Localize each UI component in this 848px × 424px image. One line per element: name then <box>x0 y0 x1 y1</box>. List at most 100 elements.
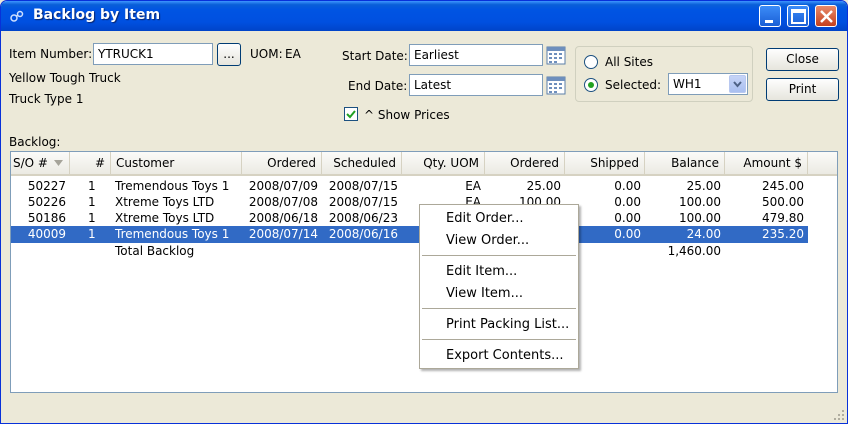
cell-so: 40009 <box>27 227 66 241</box>
column-header-balance[interactable]: Balance <box>645 152 725 174</box>
cell-ordered-date: 2008/07/09 <box>248 179 318 193</box>
cell-scheduled: 2008/06/23 <box>328 211 398 225</box>
cell-shipped: 0.00 <box>614 179 641 193</box>
print-button[interactable]: Print <box>766 78 839 101</box>
item-number-input[interactable]: YTRUCK1 <box>93 43 213 65</box>
total-row: Total Backlog 1,460.00 <box>11 243 808 260</box>
cell-line: 1 <box>88 195 96 209</box>
column-header-amount[interactable]: Amount $ <box>725 152 808 174</box>
cell-amount: 245.00 <box>762 179 804 193</box>
app-icon <box>10 10 24 22</box>
maximize-button[interactable] <box>787 5 809 27</box>
menu-item-export-contents[interactable]: Export Contents... <box>446 348 564 363</box>
menu-separator <box>422 339 576 340</box>
uom-value: EA <box>285 47 301 61</box>
end-date-label: End Date: <box>348 79 408 93</box>
cell-customer: Tremendous Toys 1 <box>115 227 230 241</box>
maximize-icon <box>791 9 806 24</box>
item-description-2: Truck Type 1 <box>9 92 84 106</box>
site-select-value: WH1 <box>673 77 702 91</box>
cell-amount: 479.80 <box>762 211 804 225</box>
column-header-scheduled[interactable]: Scheduled <box>322 152 402 174</box>
backlog-window: Backlog by Item Item Number: YTRUCK1 ...… <box>0 0 848 424</box>
cell-line: 1 <box>88 227 96 241</box>
cell-customer: Xtreme Toys LTD <box>115 211 215 225</box>
table-row[interactable]: 50226 1 Xtreme Toys LTD 2008/07/08 2008/… <box>11 194 808 211</box>
column-header-qty-uom[interactable]: Qty. UOM <box>402 152 485 174</box>
column-header-line[interactable]: # <box>70 152 111 174</box>
cell-line: 1 <box>88 179 96 193</box>
start-date-input[interactable]: Earliest <box>409 44 543 66</box>
show-prices-checkbox[interactable] <box>344 107 358 121</box>
cell-line: 1 <box>88 211 96 225</box>
backlog-label: Backlog: <box>9 135 61 149</box>
close-button[interactable]: Close <box>766 48 839 71</box>
cell-scheduled: 2008/06/16 <box>328 227 398 241</box>
cell-customer: Xtreme Toys LTD <box>115 195 215 209</box>
all-sites-radio[interactable] <box>584 55 598 69</box>
table-row[interactable]: 50227 1 Tremendous Toys 1 2008/07/09 200… <box>11 178 808 195</box>
cell-ordered-date: 2008/07/14 <box>248 227 318 241</box>
window-title: Backlog by Item <box>33 7 161 23</box>
menu-separator <box>422 255 576 256</box>
checkmark-icon <box>346 110 356 119</box>
minimize-icon <box>765 20 773 23</box>
column-header-ordered-date[interactable]: Ordered <box>242 152 322 174</box>
context-menu: Edit Order... View Order... Edit Item...… <box>419 204 579 369</box>
cell-balance: 100.00 <box>679 211 721 225</box>
cell-so: 50227 <box>27 179 66 193</box>
show-prices-label: ^ Show Prices <box>364 108 450 122</box>
column-header-shipped[interactable]: Shipped <box>565 152 645 174</box>
menu-item-view-order[interactable]: View Order... <box>446 233 529 248</box>
cell-uom: EA <box>465 179 481 193</box>
uom-label: UOM: <box>250 47 283 61</box>
table-row-selected[interactable]: 40009 1 Tremendous Toys 1 2008/07/14 200… <box>11 226 808 243</box>
site-select[interactable]: WH1 <box>668 73 748 95</box>
menu-item-edit-order[interactable]: Edit Order... <box>446 211 523 226</box>
total-balance: 1,460.00 <box>667 244 721 258</box>
cell-amount: 235.20 <box>762 227 804 241</box>
column-header-ordered-qty[interactable]: Ordered <box>485 152 565 174</box>
column-header-so-label: S/O # <box>13 156 48 170</box>
all-sites-label: All Sites <box>605 55 653 69</box>
menu-item-edit-item[interactable]: Edit Item... <box>446 264 517 279</box>
minimize-button[interactable] <box>759 5 781 27</box>
resize-grip-icon[interactable] <box>833 409 845 421</box>
cell-ordered-date: 2008/06/18 <box>248 211 318 225</box>
cell-customer: Tremendous Toys 1 <box>115 179 230 193</box>
cell-scheduled: 2008/07/15 <box>328 195 398 209</box>
item-description-1: Yellow Tough Truck <box>9 71 121 85</box>
selected-site-radio[interactable] <box>584 78 598 92</box>
start-date-label: Start Date: <box>342 49 408 63</box>
close-icon <box>820 10 833 23</box>
cell-balance: 24.00 <box>686 227 721 241</box>
table-row[interactable]: 50186 1 Xtreme Toys LTD 2008/06/18 2008/… <box>11 210 808 227</box>
cell-so: 50226 <box>27 195 66 209</box>
column-header-customer[interactable]: Customer <box>111 152 242 174</box>
end-date-input[interactable]: Latest <box>409 74 543 96</box>
end-date-calendar-icon[interactable] <box>546 75 566 95</box>
start-date-calendar-icon[interactable] <box>546 45 566 65</box>
selected-site-label: Selected: <box>605 78 662 92</box>
menu-item-print-packing-list[interactable]: Print Packing List... <box>446 317 569 332</box>
menu-separator <box>422 308 576 309</box>
item-number-label: Item Number: <box>9 47 93 61</box>
radio-dot-icon <box>588 82 594 88</box>
cell-balance: 25.00 <box>686 179 721 193</box>
cell-so: 50186 <box>27 211 66 225</box>
item-lookup-button[interactable]: ... <box>217 43 241 66</box>
total-label: Total Backlog <box>115 244 195 258</box>
title-bar[interactable]: Backlog by Item <box>1 1 847 31</box>
cell-ordered-qty: 25.00 <box>526 179 561 193</box>
cell-amount: 500.00 <box>762 195 804 209</box>
menu-item-view-item[interactable]: View Item... <box>446 286 523 301</box>
dropdown-arrow[interactable] <box>729 75 746 93</box>
sort-desc-icon <box>53 160 63 166</box>
cell-scheduled: 2008/07/15 <box>328 179 398 193</box>
cell-balance: 100.00 <box>679 195 721 209</box>
cell-ordered-date: 2008/07/08 <box>248 195 318 209</box>
table-header: S/O # # Customer Ordered Scheduled Qty. … <box>11 152 837 176</box>
column-header-so[interactable]: S/O # <box>11 152 70 174</box>
chevron-down-icon <box>733 81 742 88</box>
close-window-button[interactable] <box>815 5 837 27</box>
